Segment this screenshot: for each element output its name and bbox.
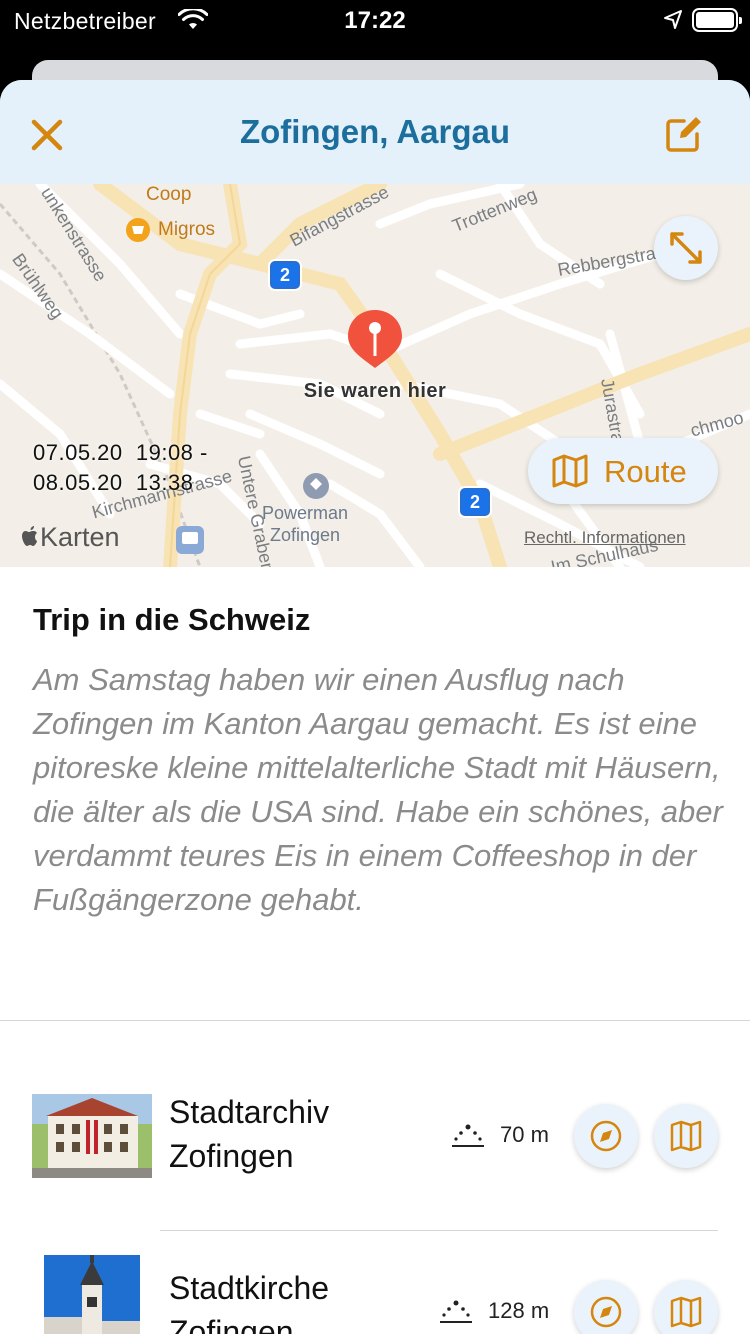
navigate-button[interactable] <box>574 1280 638 1334</box>
list-item[interactable]: Stadtkirche Zofingen 128 m <box>0 1252 750 1334</box>
visit-date-end: 08.05.20 13:38 <box>33 470 194 495</box>
maps-attribution: Karten <box>22 522 120 553</box>
divider <box>0 1020 750 1021</box>
trip-title: Trip in die Schweiz <box>33 602 311 637</box>
place-name: Stadtkirche Zofingen <box>169 1266 329 1334</box>
place-distance: 128 m <box>488 1298 550 1323</box>
map-view[interactable]: Coop Migros Bifangstrasse Trottenweg Reb… <box>0 184 750 567</box>
edit-button[interactable] <box>664 114 704 154</box>
location-arrow-icon <box>663 9 683 36</box>
compass-icon <box>590 1296 622 1328</box>
map-icon <box>552 454 588 488</box>
place-distance: 70 m <box>500 1122 549 1147</box>
edit-icon <box>666 117 701 152</box>
place-name-line1: Stadtkirche <box>169 1270 330 1306</box>
place-name: Stadtarchiv Zofingen <box>169 1090 329 1178</box>
navigate-button[interactable] <box>574 1104 638 1168</box>
place-thumbnail <box>44 1255 140 1334</box>
walking-distance-icon <box>440 1300 472 1323</box>
map-label-coop: Coop <box>146 184 192 205</box>
battery-icon <box>692 8 742 32</box>
place-thumbnail <box>32 1094 152 1178</box>
map-icon <box>670 1120 702 1152</box>
walking-distance-icon <box>452 1124 484 1147</box>
route-button[interactable]: Route <box>528 438 718 504</box>
page-title: Zofingen, Aargau <box>239 113 511 150</box>
route-label: Route <box>604 454 687 489</box>
show-on-map-button[interactable] <box>654 1280 718 1334</box>
clock: 17:22 <box>344 7 406 34</box>
status-bar: Netzbetreiber 17:22 <box>0 0 750 40</box>
map-poi-line1: Powerman <box>262 503 349 523</box>
show-on-map-button[interactable] <box>654 1104 718 1168</box>
divider <box>160 1230 718 1231</box>
detail-sheet: Zofingen, Aargau Coop Migros Bifangstras… <box>0 80 750 1334</box>
legal-link[interactable]: Rechtl. Informationen <box>524 528 686 548</box>
apple-logo-icon <box>22 526 37 546</box>
map-label-migros: Migros <box>158 219 216 240</box>
trip-description: Am Samstag haben wir einen Ausflug nach … <box>33 662 723 917</box>
compass-icon <box>590 1120 622 1152</box>
maps-brand: Karten <box>40 522 120 552</box>
sheet-header: Zofingen, Aargau <box>0 80 750 184</box>
pin-label: Sie waren hier <box>303 380 447 402</box>
place-name-line1: Stadtarchiv <box>169 1094 330 1130</box>
list-item[interactable]: Stadtarchiv Zofingen 70 m <box>0 1076 750 1196</box>
map-icon <box>670 1296 702 1328</box>
map-poi-label: Powerman Zofingen <box>262 502 348 546</box>
route-shield: 2 <box>270 261 300 289</box>
expand-icon <box>670 232 702 264</box>
place-name-line2: Zofingen <box>169 1314 294 1334</box>
location-pin-icon[interactable] <box>346 308 404 389</box>
map-poi-line2: Zofingen <box>269 525 341 545</box>
route-shield: 2 <box>460 488 490 516</box>
visit-date-start: 07.05.20 19:08 - <box>33 440 208 465</box>
place-name-line2: Zofingen <box>169 1138 294 1174</box>
expand-map-button[interactable] <box>654 216 718 280</box>
